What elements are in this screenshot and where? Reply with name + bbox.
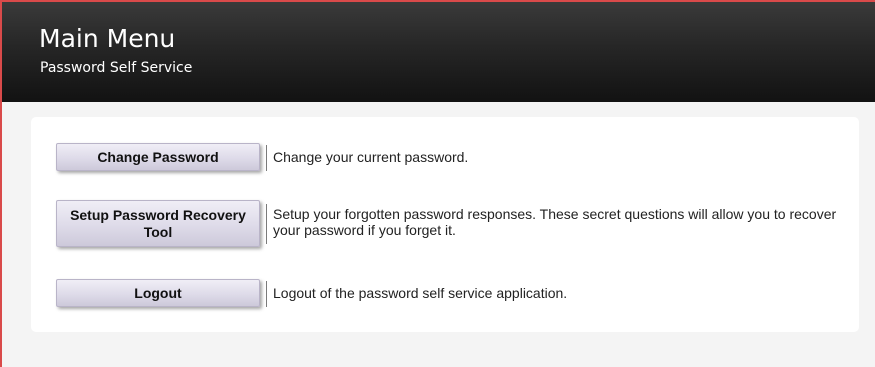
page: { "header": { "title": "Main Menu", "sub… (0, 0, 875, 367)
menu-item-setup-recovery: Setup Password Recovery Tool Setup your … (56, 200, 846, 250)
page-subtitle: Password Self Service (40, 60, 193, 76)
menu-divider (266, 145, 267, 171)
page-header: Main Menu Password Self Service (2, 2, 875, 102)
menu-item-logout: Logout Logout of the password self servi… (56, 279, 846, 309)
change-password-button[interactable]: Change Password (56, 143, 260, 171)
page-title: Main Menu (39, 24, 176, 53)
menu-divider (266, 204, 267, 244)
menu-divider (266, 281, 267, 307)
setup-password-recovery-button[interactable]: Setup Password Recovery Tool (56, 200, 260, 247)
menu-item-change-password: Change Password Change your current pass… (56, 143, 846, 173)
logout-button[interactable]: Logout (56, 279, 260, 307)
change-password-description: Change your current password. (273, 149, 469, 165)
setup-password-recovery-description: Setup your forgotten password responses.… (273, 206, 837, 238)
logout-description: Logout of the password self service appl… (273, 285, 568, 301)
main-menu-panel: Change Password Change your current pass… (31, 117, 859, 332)
